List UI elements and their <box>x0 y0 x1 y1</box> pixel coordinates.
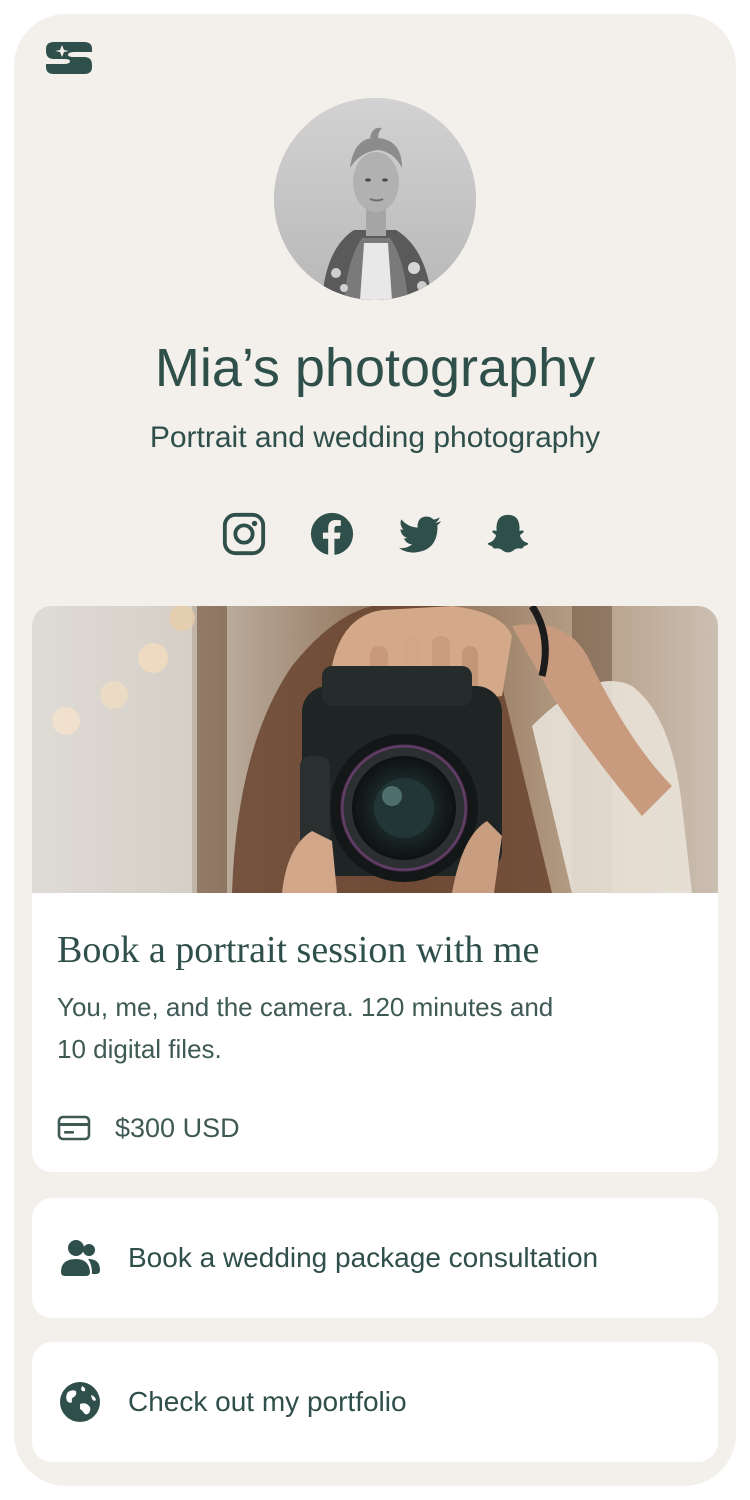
facebook-icon[interactable] <box>308 510 356 558</box>
globe-icon <box>58 1380 102 1424</box>
profile-page: Mia’s photography Portrait and wedding p… <box>14 14 736 1486</box>
wedding-consultation-link[interactable]: Book a wedding package consultation <box>32 1198 718 1318</box>
page-title: Mia’s photography <box>154 338 596 398</box>
users-icon <box>58 1236 102 1280</box>
price-row: $300 USD <box>57 1110 240 1146</box>
link-label-wedding: Book a wedding package consultation <box>128 1242 599 1273</box>
page-subtitle: Portrait and wedding photography <box>149 421 601 454</box>
s-logo-icon[interactable] <box>44 40 94 76</box>
credit-card-icon <box>57 1115 91 1141</box>
snapchat-icon[interactable] <box>484 510 532 558</box>
offer-description: You, me, and the camera. 120 minutes and… <box>57 992 554 1064</box>
social-links <box>220 510 536 558</box>
instagram-icon[interactable] <box>220 510 268 558</box>
avatar <box>274 98 476 300</box>
offer-price: $300 USD <box>115 1113 240 1143</box>
twitter-icon[interactable] <box>396 510 444 558</box>
portrait-session-card[interactable]: Book a portrait session with me You, me,… <box>32 606 718 1172</box>
offer-title: Book a portrait session with me <box>57 929 540 971</box>
camera-photo <box>32 606 718 893</box>
portfolio-link[interactable]: Check out my portfolio <box>32 1342 718 1462</box>
link-label-portfolio: Check out my portfolio <box>128 1386 407 1417</box>
